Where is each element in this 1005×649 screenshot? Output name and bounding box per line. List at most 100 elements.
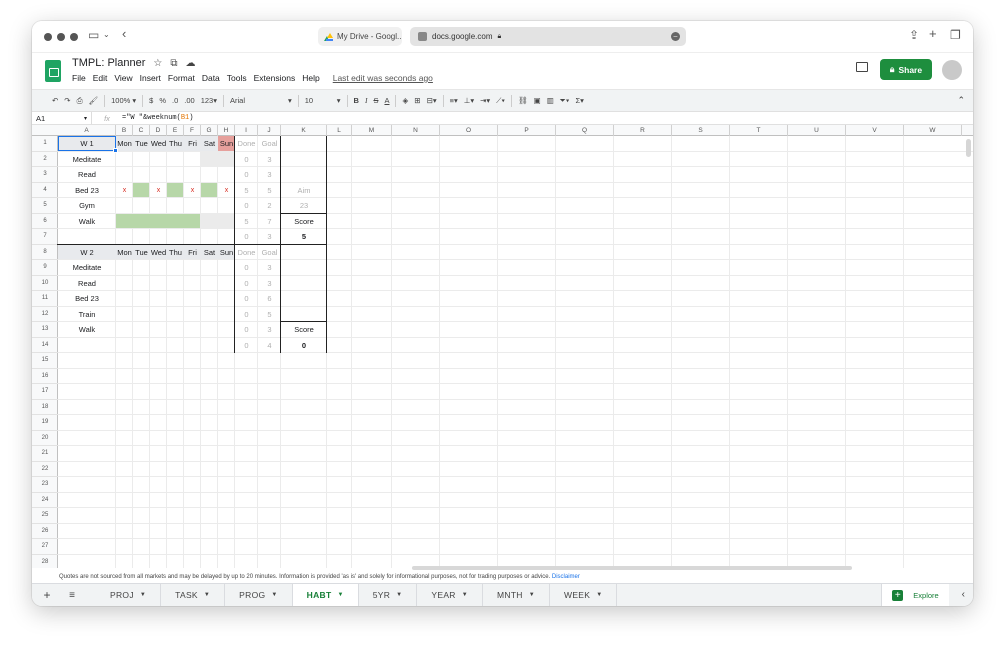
column-header-p[interactable]: P [498, 125, 556, 136]
done-count-cell[interactable]: 0 [235, 198, 258, 214]
horizontal-scrollbar[interactable] [412, 566, 852, 570]
day-header-cell[interactable]: Fri [184, 245, 201, 261]
spreadsheet-grid[interactable]: ABCDEFGHIJKLMNOPQRSTUVW 1 2 3 4 5 6 7 8 9 10 11 12 1… [32, 125, 973, 568]
row-header-28[interactable]: 28 [32, 555, 58, 569]
row-header-4[interactable]: 4 [32, 183, 58, 198]
collapse-menus-icon[interactable]: ⌃ [957, 95, 965, 106]
cell-area[interactable]: W 1 Mon Tue Wed Thu Fri Sat Sun Done Goal Meditate… [57, 136, 973, 568]
column-header-k[interactable]: K [281, 125, 327, 136]
habit-name-cell[interactable]: Train [58, 307, 116, 323]
done-count-cell[interactable]: 5 [235, 183, 258, 199]
chevron-down-icon[interactable]: ⌄ [103, 30, 110, 39]
collapse-sidebar-icon[interactable]: ‹ [962, 589, 965, 600]
insert-link-icon[interactable]: ⛓︎ [518, 96, 528, 105]
row-header-10[interactable]: 10 [32, 276, 58, 291]
menu-data[interactable]: Data [202, 73, 220, 83]
goal-count-cell[interactable]: 2 [258, 198, 281, 214]
text-color-icon[interactable]: A [384, 96, 389, 105]
minimize-window-button[interactable] [57, 33, 65, 41]
done-count-cell[interactable]: 0 [235, 260, 258, 276]
day-header-cell[interactable]: Sat [201, 136, 218, 152]
done-count-cell[interactable]: 0 [235, 152, 258, 168]
habit-name-cell[interactable]: Walk [58, 322, 116, 338]
column-header-t[interactable]: T [730, 125, 788, 136]
row-header-23[interactable]: 23 [32, 477, 58, 493]
menu-edit[interactable]: Edit [93, 73, 108, 83]
decrease-decimal-button[interactable]: .0 [172, 96, 178, 105]
column-header-f[interactable]: F [184, 125, 201, 136]
row-header-11[interactable]: 11 [32, 291, 58, 307]
row-header-21[interactable]: 21 [32, 446, 58, 462]
score-label-cell[interactable]: Score [281, 214, 327, 230]
column-header-g[interactable]: G [201, 125, 218, 136]
habit-name-cell[interactable]: Bed 23 [58, 291, 116, 307]
column-header-l[interactable]: L [327, 125, 352, 136]
habit-name-cell[interactable]: Walk [58, 214, 116, 230]
column-header-j[interactable]: J [258, 125, 281, 136]
insert-chart-icon[interactable]: ▥ [547, 96, 554, 105]
sheet-tab-proj[interactable]: PROJ ▼ [96, 583, 162, 606]
row-header-6[interactable]: 6 [32, 214, 58, 229]
column-header-u[interactable]: U [788, 125, 846, 136]
done-count-cell[interactable]: 0 [235, 229, 258, 245]
habit-name-cell[interactable]: Read [58, 167, 116, 183]
sheet-tab-task[interactable]: TASK ▼ [161, 583, 226, 606]
column-header-o[interactable]: O [440, 125, 498, 136]
merge-cells-icon[interactable]: ⊟▾ [427, 96, 437, 105]
habit-name-cell[interactable]: Gym [58, 198, 116, 214]
column-header-e[interactable]: E [167, 125, 184, 136]
goal-count-cell[interactable]: 3 [258, 152, 281, 168]
aim-label-cell[interactable]: Aim [281, 183, 327, 199]
sidebar-icon[interactable]: ▭ [88, 28, 99, 42]
formula-input[interactable]: ="W "&weeknum(B1) [122, 114, 193, 122]
missed-mark-cell[interactable]: x [150, 183, 167, 199]
goal-count-cell[interactable]: 3 [258, 167, 281, 183]
day-header-cell[interactable]: Sun [218, 245, 235, 261]
vertical-scrollbar[interactable] [966, 139, 971, 157]
menu-format[interactable]: Format [168, 73, 195, 83]
strikethrough-icon[interactable]: S [373, 96, 378, 105]
row-header-2[interactable]: 2 [32, 152, 58, 167]
habit-name-cell[interactable]: Bed 23 [58, 183, 116, 199]
chevron-down-icon[interactable]: ▾ [288, 96, 292, 105]
back-icon[interactable]: ‹ [122, 26, 126, 41]
column-header-m[interactable]: M [352, 125, 392, 136]
undo-icon[interactable]: ↶ [52, 96, 58, 105]
print-icon[interactable]: ⎙ [77, 96, 83, 106]
disclaimer-link[interactable]: Disclaimer [552, 574, 580, 580]
menu-view[interactable]: View [114, 73, 132, 83]
last-edit-link[interactable]: Last edit was seconds ago [333, 73, 433, 83]
row-header-3[interactable]: 3 [32, 167, 58, 183]
menu-tools[interactable]: Tools [227, 73, 247, 83]
all-sheets-button[interactable]: ≡ [62, 590, 82, 601]
column-header-s[interactable]: S [672, 125, 730, 136]
menu-help[interactable]: Help [302, 73, 319, 83]
column-header-i[interactable]: I [235, 125, 258, 136]
avatar[interactable] [942, 60, 962, 80]
day-header-cell[interactable]: Sat [201, 245, 218, 261]
share-sheet-icon[interactable]: ⇪ [909, 28, 919, 42]
horizontal-align-icon[interactable]: ≡▾ [450, 96, 458, 105]
missed-mark-cell[interactable]: x [218, 183, 235, 199]
document-title[interactable]: TMPL: Planner [72, 57, 145, 69]
menu-file[interactable]: File [72, 73, 86, 83]
row-header-27[interactable]: 27 [32, 539, 58, 555]
row-header-24[interactable]: 24 [32, 493, 58, 508]
goal-count-cell[interactable]: 4 [258, 338, 281, 354]
done-count-cell[interactable]: 0 [235, 291, 258, 307]
habit-name-cell[interactable]: Read [58, 276, 116, 292]
column-header-v[interactable]: V [846, 125, 904, 136]
done-count-cell[interactable]: 0 [235, 276, 258, 292]
day-header-cell[interactable]: Mon [116, 245, 133, 261]
done-count-cell[interactable]: 5 [235, 214, 258, 230]
row-header-8[interactable]: 8 [32, 245, 58, 260]
fill-color-icon[interactable]: ◈ [402, 96, 408, 105]
day-header-cell[interactable]: Mon [116, 136, 133, 152]
goal-count-cell[interactable]: 6 [258, 291, 281, 307]
row-header-9[interactable]: 9 [32, 260, 58, 276]
column-header-c[interactable]: C [133, 125, 150, 136]
share-button[interactable]: 🔒︎ Share [880, 59, 932, 80]
score-value-cell[interactable]: 5 [281, 229, 327, 245]
window-controls[interactable] [44, 33, 78, 41]
habit-name-cell[interactable]: Meditate [58, 260, 116, 276]
